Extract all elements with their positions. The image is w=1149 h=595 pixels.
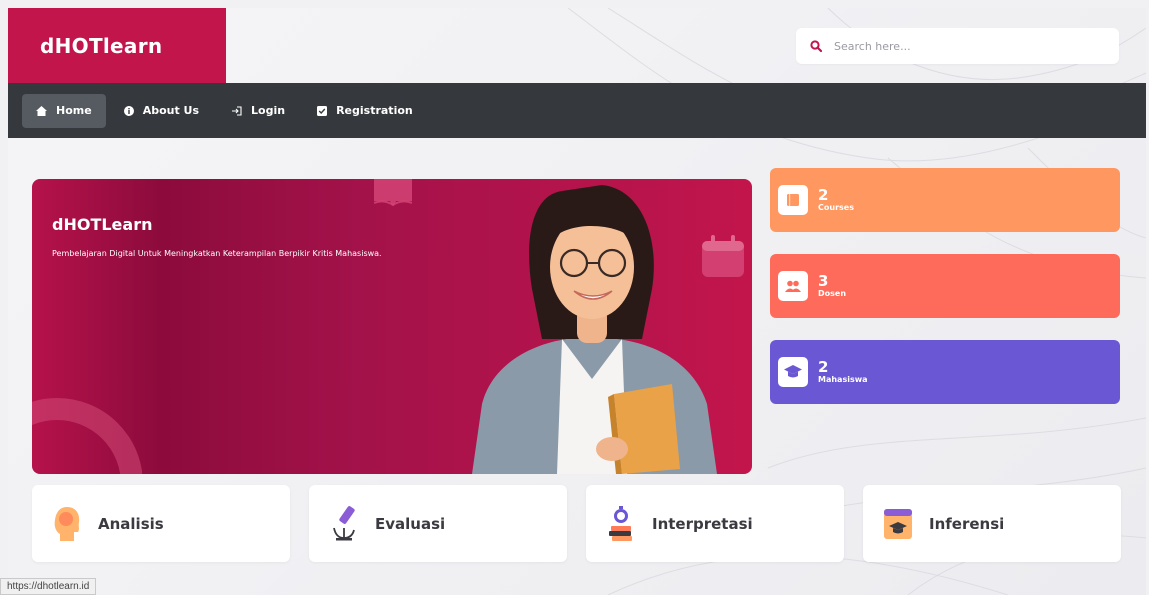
home-icon [36, 105, 47, 116]
skill-title: Interpretasi [652, 514, 753, 533]
skill-title: Analisis [98, 514, 164, 533]
graduation-cap-icon [778, 357, 808, 387]
checkbox-icon [317, 105, 328, 116]
header: dHOTlearn [8, 8, 1146, 83]
nav-item-registration[interactable]: Registration [303, 94, 427, 128]
users-icon [778, 271, 808, 301]
circle-decoration [32, 398, 142, 474]
skill-title: Inferensi [929, 514, 1005, 533]
stat-label: Courses [818, 203, 854, 212]
nav-label: About Us [142, 104, 200, 117]
hero-subtitle: Pembelajaran Digital Untuk Meningkatkan … [52, 249, 382, 258]
stat-value: 2 [818, 358, 829, 376]
stat-label: Dosen [818, 289, 847, 298]
nav-item-login[interactable]: Login [217, 94, 299, 128]
info-icon [123, 105, 134, 116]
head-icon [52, 506, 82, 541]
page: dHOTlearn Home About Us Login [8, 8, 1146, 595]
stat-value: 3 [818, 272, 829, 290]
hero-banner: dHOTLearn Pembelajaran Digital Untuk Men… [32, 179, 752, 474]
brand-name: dHOTlearn [40, 33, 163, 58]
nav-label: Home [56, 104, 92, 117]
stat-value: 2 [818, 186, 829, 204]
skill-card-inferensi[interactable]: Inferensi [863, 485, 1121, 562]
stat-label: Mahasiswa [818, 375, 868, 384]
nav-item-about-us[interactable]: About Us [110, 94, 213, 128]
microscope-icon [329, 505, 359, 541]
stat-card-dosen[interactable]: 3 Dosen [770, 254, 1120, 318]
brand-logo[interactable]: dHOTlearn [8, 8, 226, 83]
stat-card-courses[interactable]: 2 Courses [770, 168, 1120, 232]
stat-card-mahasiswa[interactable]: 2 Mahasiswa [770, 340, 1120, 404]
nav-label: Login [251, 104, 286, 117]
skill-card-evaluasi[interactable]: Evaluasi [309, 485, 567, 562]
stopwatch-books-icon [606, 505, 636, 541]
student-photo [472, 185, 717, 474]
status-bar-url: https://dhotlearn.id [0, 578, 97, 595]
skill-card-interpretasi[interactable]: Interpretasi [586, 485, 844, 562]
main-nav: Home About Us Login Registration [8, 83, 1146, 138]
nav-label: Registration [336, 104, 413, 117]
search-icon [810, 37, 823, 56]
browser-graduation-icon [883, 507, 913, 541]
login-icon [231, 105, 242, 116]
search-box[interactable] [796, 28, 1119, 64]
hero-title: dHOTLearn [52, 215, 153, 234]
skill-card-analisis[interactable]: Analisis [32, 485, 290, 562]
skill-title: Evaluasi [375, 514, 446, 533]
open-book-icon [373, 179, 413, 213]
search-input[interactable] [834, 39, 1094, 53]
nav-item-home[interactable]: Home [22, 93, 106, 128]
book-icon [778, 185, 808, 215]
